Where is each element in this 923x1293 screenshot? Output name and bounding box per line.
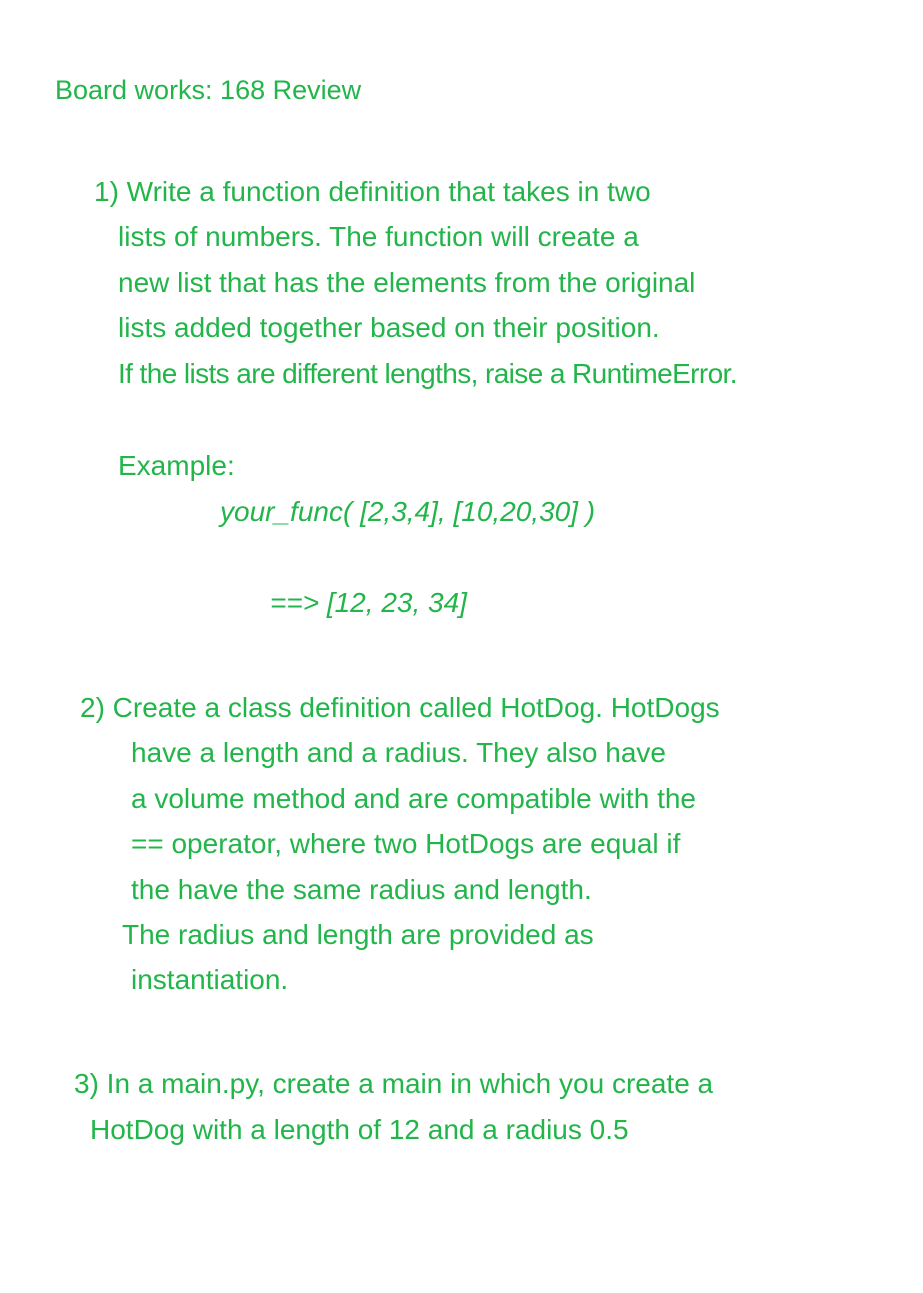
example-call: your_func( [2,3,4], [10,20,30] ) [220,496,596,527]
document-page: Board works: 168 Review 1) Write a funct… [0,0,923,1293]
q2-line: instantiation. [131,964,289,995]
q2-line: The radius and length are provided as [122,919,594,950]
q1-line: lists added together based on their posi… [118,312,660,343]
q1-line: new list that has the elements from the … [118,267,696,298]
example-label: Example: [118,450,235,481]
q1-line: lists of numbers. The function will crea… [118,221,639,252]
q3-line: 3) In a main.py, create a main in which … [74,1068,714,1099]
q2-line: == operator, where two HotDogs are equal… [131,828,681,859]
q2-line: the have the same radius and length. [131,874,592,905]
q1-line: If the lists are different lengths, rais… [118,358,738,389]
document-title: Board works: 168 Review [55,75,362,105]
q3-line: HotDog with a length of 12 and a radius … [90,1114,629,1145]
q1-line: 1) Write a function definition that take… [94,176,651,207]
example-result: ==> [12, 23, 34] [270,587,467,618]
q2-line: 2) Create a class definition called HotD… [80,692,720,723]
q2-line: have a length and a radius. They also ha… [131,737,666,768]
q2-line: a volume method and are compatible with … [131,783,696,814]
